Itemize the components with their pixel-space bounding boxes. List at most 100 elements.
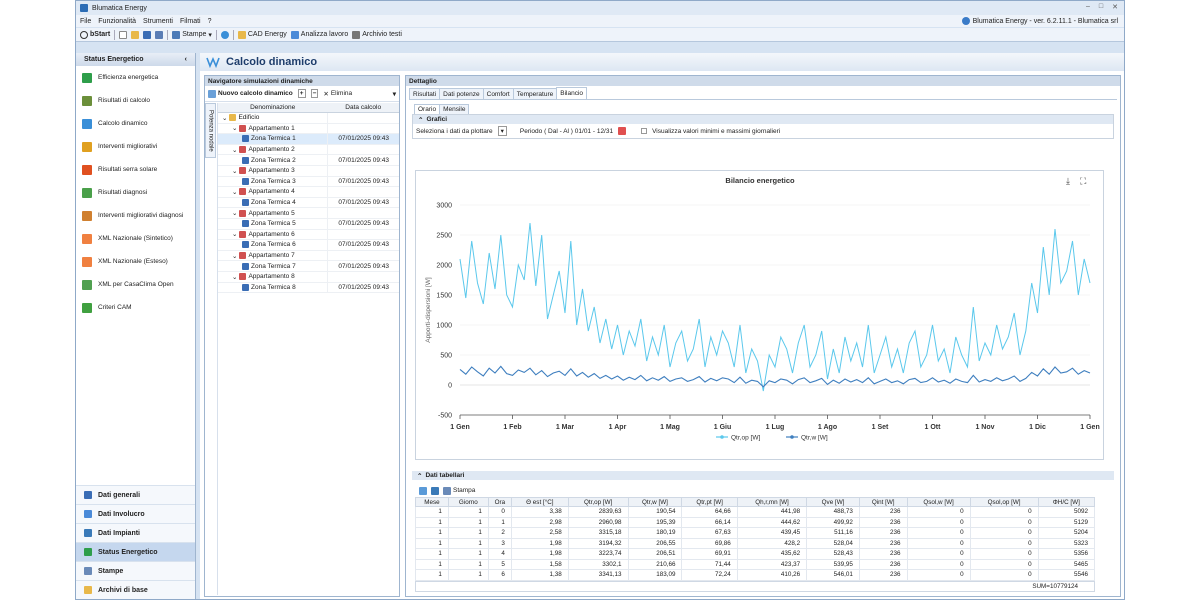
col-header[interactable]: Qsol,w [W] bbox=[906, 497, 971, 507]
stampa-button[interactable]: Stampa bbox=[443, 486, 475, 495]
tree-row[interactable]: Zona Termica 2 07/01/2025 09:43 bbox=[218, 155, 399, 166]
menu-help[interactable]: ? bbox=[208, 18, 212, 25]
col-header[interactable]: Qtr,pt [W] bbox=[681, 497, 738, 507]
sidebar-item-6[interactable]: Interventi migliorativi diagnosi bbox=[76, 204, 195, 227]
tab-3[interactable]: Temperature bbox=[512, 88, 558, 99]
minmax-checkbox[interactable] bbox=[641, 128, 648, 134]
tree-row[interactable]: Zona Termica 6 07/01/2025 09:43 bbox=[218, 240, 399, 251]
col-data-calcolo[interactable]: Data calcolo bbox=[327, 103, 399, 112]
table-row[interactable]: 1 1 2 2,58 3315,18 180,19 67,63 439,45 511,16 236… bbox=[415, 527, 1096, 539]
legend-label[interactable]: Qtr,op [W] bbox=[731, 435, 760, 442]
expand-chevron-icon[interactable]: ⌄ bbox=[232, 252, 237, 260]
columns-icon[interactable] bbox=[431, 486, 439, 495]
col-header[interactable]: Θ est [°C] bbox=[510, 497, 569, 507]
tab-2[interactable]: Comfort bbox=[482, 88, 514, 99]
tree-row[interactable]: ⌄ Appartamento 7 bbox=[218, 250, 399, 262]
menu-file[interactable]: File bbox=[80, 18, 91, 25]
menu-filmati[interactable]: Filmati bbox=[180, 18, 201, 25]
tree-row[interactable]: ⌄ Appartamento 2 bbox=[218, 144, 399, 156]
legend-label[interactable]: Qtr,w [W] bbox=[801, 435, 828, 442]
save-icon[interactable] bbox=[143, 30, 152, 39]
sidebar-item-1[interactable]: Risultati di calcolo bbox=[76, 89, 195, 112]
nav-section-2[interactable]: Dati Impianti bbox=[76, 523, 195, 542]
col-header[interactable]: Qtr,w [W] bbox=[627, 497, 683, 507]
subtab-1[interactable]: Mensile bbox=[439, 104, 470, 114]
minimize-icon[interactable]: – bbox=[1086, 3, 1090, 11]
open-folder-icon[interactable] bbox=[131, 30, 140, 39]
subtab-0[interactable]: Orario bbox=[414, 104, 441, 114]
expand-chevron-icon[interactable]: ⌄ bbox=[222, 114, 227, 122]
tree-row[interactable]: ⌄ Appartamento 5 bbox=[218, 208, 399, 219]
col-denominazione[interactable]: Denominazione bbox=[218, 103, 327, 112]
tree-row[interactable]: Zona Termica 5 07/01/2025 09:43 bbox=[218, 218, 399, 230]
settings-gear-icon[interactable] bbox=[220, 30, 229, 39]
download-icon[interactable]: ⤓ bbox=[1066, 176, 1070, 186]
export-icon[interactable] bbox=[419, 486, 427, 495]
col-header[interactable]: Qtr,op [W] bbox=[567, 497, 629, 507]
sidebar-item-2[interactable]: Calcolo dinamico bbox=[76, 112, 195, 135]
expand-chevron-icon[interactable]: ⌄ bbox=[232, 230, 237, 238]
col-header[interactable]: Ora bbox=[487, 497, 512, 507]
col-header[interactable]: Qh,r,mn [W] bbox=[736, 497, 808, 507]
delete-button[interactable]: ✕ Elimina bbox=[323, 90, 352, 98]
maximize-icon[interactable]: □ bbox=[1099, 3, 1103, 11]
nav-section-3[interactable]: Status Energetico bbox=[76, 542, 195, 561]
new-calc-button[interactable]: Nuovo calcolo dinamico bbox=[208, 89, 293, 98]
tab-0[interactable]: Risultati bbox=[409, 88, 441, 99]
save-all-icon[interactable] bbox=[155, 30, 164, 39]
nav-section-4[interactable]: Stampe bbox=[76, 561, 195, 580]
fullscreen-icon[interactable]: ⛶ bbox=[1079, 176, 1087, 186]
table-row[interactable]: 1 1 4 1,98 3223,74 206,51 69,91 435,62 528,43 236… bbox=[415, 548, 1096, 560]
select-data-dropdown[interactable]: ▾ bbox=[497, 126, 507, 136]
potenza-nodale-tab[interactable]: Potenza nodale bbox=[205, 103, 216, 158]
nav-section-1[interactable]: Dati Involucro bbox=[76, 504, 195, 523]
archivio-testi-button[interactable]: Archivio testi bbox=[352, 30, 402, 39]
tree-row[interactable]: ⌄ Appartamento 6 bbox=[218, 229, 399, 241]
sidebar-item-3[interactable]: Interventi migliorativi bbox=[76, 135, 195, 158]
tab-1[interactable]: Dati potenze bbox=[439, 88, 484, 99]
close-icon[interactable]: ✕ bbox=[1112, 3, 1118, 11]
table-row[interactable]: 1 1 6 1,38 3341,13 183,09 72,24 410,26 546,01 236… bbox=[415, 569, 1096, 581]
collapse-all-icon[interactable]: − bbox=[310, 89, 319, 98]
col-header[interactable]: Mese bbox=[415, 497, 449, 507]
sidebar-item-8[interactable]: XML Nazionale (Esteso) bbox=[76, 250, 195, 273]
dati-tabellari-header[interactable]: ⌃ Dati tabellari bbox=[412, 471, 1114, 480]
expand-chevron-icon[interactable]: ⌄ bbox=[232, 188, 237, 196]
cad-energy-button[interactable]: CAD Energy bbox=[237, 30, 287, 39]
grafici-section-header[interactable]: ⌃ Grafici bbox=[413, 115, 1113, 124]
expand-chevron-icon[interactable]: ⌄ bbox=[232, 146, 237, 154]
tree-row[interactable]: Zona Termica 3 07/01/2025 09:43 bbox=[218, 176, 399, 188]
table-row[interactable]: 1 1 0 3,38 2839,63 190,54 64,66 441,98 488,73 236… bbox=[415, 506, 1096, 518]
nav-section-5[interactable]: Archivi di base bbox=[76, 580, 195, 599]
menu-strumenti[interactable]: Strumenti bbox=[143, 18, 173, 25]
sidebar-item-10[interactable]: Criteri CAM bbox=[76, 296, 195, 319]
tree-row[interactable]: Zona Termica 1 07/01/2025 09:43 bbox=[218, 134, 399, 145]
table-row[interactable]: 1 1 3 1,98 3194,32 206,55 69,86 428,2 528,04 236 0… bbox=[415, 537, 1096, 549]
sidebar-item-9[interactable]: XML per CasaClima Open bbox=[76, 273, 195, 296]
tree-row[interactable]: ⌄ Edificio bbox=[218, 113, 399, 124]
tree-row[interactable]: Zona Termica 8 07/01/2025 09:43 bbox=[218, 282, 399, 294]
tree-row[interactable]: ⌄ Appartamento 4 bbox=[218, 187, 399, 198]
col-header[interactable]: ΦH/C [W] bbox=[1037, 497, 1096, 507]
table-row[interactable]: 1 1 5 1,58 3302,1 210,66 71,44 423,37 539,95 236 0… bbox=[415, 558, 1096, 570]
sidebar-item-5[interactable]: Risultati diagnosi bbox=[76, 181, 195, 204]
stampe-button[interactable]: Stampe ▾ bbox=[172, 30, 212, 39]
sidebar-item-7[interactable]: XML Nazionale (Sintetico) bbox=[76, 227, 195, 250]
calendar-icon[interactable] bbox=[618, 127, 627, 135]
analizza-lavoro-button[interactable]: Analizza lavoro bbox=[290, 30, 348, 39]
tree-row[interactable]: ⌄ Appartamento 1 bbox=[218, 123, 399, 135]
sidebar-item-4[interactable]: Risultati serra solare bbox=[76, 158, 195, 181]
tree-row[interactable]: Zona Termica 4 07/01/2025 09:43 bbox=[218, 197, 399, 209]
expand-chevron-icon[interactable]: ⌄ bbox=[232, 124, 237, 132]
col-header[interactable]: Qve [W] bbox=[806, 497, 860, 507]
expand-chevron-icon[interactable]: ⌄ bbox=[232, 167, 237, 175]
bstart-button[interactable]: bStart bbox=[80, 30, 110, 39]
collapse-chevron-icon[interactable]: ‹ bbox=[185, 56, 187, 63]
menu-funzionalita[interactable]: Funzionalità bbox=[98, 18, 136, 25]
col-header[interactable]: Giorno bbox=[447, 497, 489, 507]
tree-row[interactable]: Zona Termica 7 07/01/2025 09:43 bbox=[218, 261, 399, 272]
col-header[interactable]: Qint [W] bbox=[858, 497, 908, 507]
new-file-icon[interactable] bbox=[119, 30, 128, 39]
col-header[interactable]: Qsol,op [W] bbox=[969, 497, 1039, 507]
table-row[interactable]: 1 1 1 2,98 2960,98 195,39 66,14 444,62 499,92 236… bbox=[415, 516, 1096, 528]
